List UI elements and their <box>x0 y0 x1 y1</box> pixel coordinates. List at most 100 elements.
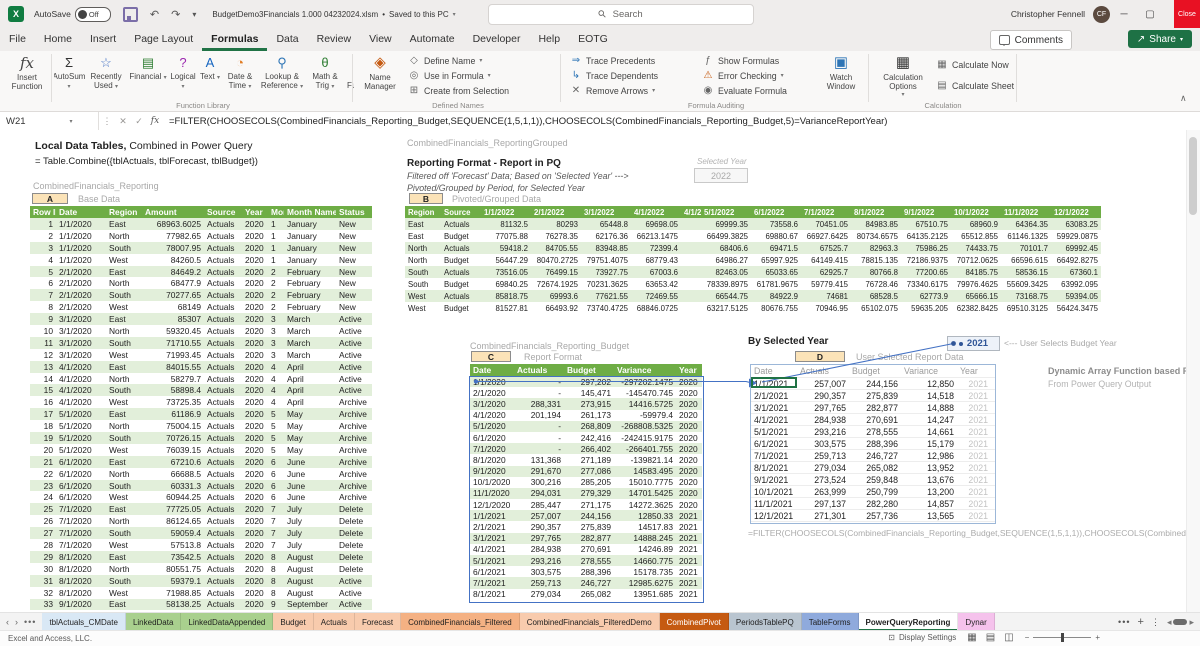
cell[interactable]: Archive <box>336 469 372 479</box>
cell[interactable]: September <box>284 599 336 609</box>
cell[interactable]: 84185.75 <box>951 268 1001 277</box>
selected-year-row[interactable]: 7/1/2021 259,713 246,727 12,986 2021 <box>751 450 995 462</box>
cell[interactable]: 284,938 <box>514 544 564 554</box>
cell[interactable]: 56424.3475 <box>1051 304 1101 313</box>
report-format-row[interactable]: 7/1/2020-266,402 -266401.755 2020 <box>470 443 702 455</box>
cell[interactable]: 80766.8 <box>851 268 901 277</box>
table-base-data[interactable]: Row IDDate Region Amount Source Year MonthMon… <box>30 206 372 612</box>
cell[interactable]: 14701.5425 <box>614 488 676 498</box>
cell[interactable]: 2020 <box>242 255 268 265</box>
cell[interactable]: 2020 <box>676 421 702 431</box>
cell[interactable]: Actuals <box>204 599 242 609</box>
sheet-tab-combinedfinancials_filtereddemo[interactable]: CombinedFinancials_FilteredDemo <box>519 613 660 631</box>
cell[interactable]: 244,156 <box>564 511 614 521</box>
cell[interactable]: 273,524 <box>797 475 849 485</box>
cell[interactable]: April <box>284 397 336 407</box>
cell[interactable]: 2021 <box>957 451 991 461</box>
base-data-row[interactable]: 30 8/1/2020 North 80551.75 Actuals 2020 8 Augus… <box>30 563 372 575</box>
cell[interactable]: 68846.0725 <box>631 304 681 313</box>
cell[interactable]: 6 <box>30 278 56 288</box>
cell[interactable]: Actuals <box>204 469 242 479</box>
cell[interactable]: 4/1/2020 <box>56 385 106 395</box>
cell[interactable]: 14660.775 <box>614 556 676 566</box>
cell[interactable]: South <box>106 338 142 348</box>
cell[interactable]: 2020 <box>242 469 268 479</box>
cell[interactable]: 2021 <box>957 427 991 437</box>
cell[interactable]: 2020 <box>242 457 268 467</box>
worksheet[interactable]: Local Data Tables, Combined in Power Que… <box>0 130 1200 612</box>
cell[interactable]: February <box>284 302 336 312</box>
cell[interactable]: 2021 <box>957 391 991 401</box>
cell[interactable]: 2021 <box>957 475 991 485</box>
cell[interactable]: 13,565 <box>901 511 957 521</box>
cell[interactable]: 5 <box>30 267 56 277</box>
cell[interactable]: 3 <box>268 350 284 360</box>
cell[interactable]: North <box>106 421 142 431</box>
save-icon[interactable] <box>122 6 138 22</box>
cell[interactable]: 68963.6025 <box>142 219 204 229</box>
selected-year-row[interactable]: 5/1/2021 293,216 278,555 14,661 2021 <box>751 426 995 438</box>
cell[interactable]: 62773.9 <box>901 292 951 301</box>
report-format-row[interactable]: 8/1/2020 131,368 271,189 -139821.14 2020 <box>470 454 702 465</box>
cell[interactable]: Actuals <box>204 433 242 443</box>
financial-button[interactable]: ▤ Financial ▾ <box>128 53 168 105</box>
sheet-tab-budget[interactable]: Budget <box>273 613 314 631</box>
cell[interactable]: East <box>106 504 142 514</box>
formula-text[interactable]: =FILTER(CHOOSECOLS(CombinedFinancials_Re… <box>169 116 887 127</box>
cell[interactable]: 266,402 <box>564 444 614 454</box>
cell[interactable]: Actuals <box>204 219 242 229</box>
cell[interactable]: 2021 <box>676 567 702 577</box>
cell[interactable]: 1/1/2020 <box>56 255 106 265</box>
base-data-row[interactable]: 1 1/1/2020 East 68963.6025 Actuals 2020 1 Janua… <box>30 218 372 230</box>
recently-used-button[interactable]: ☆ Recently Used ▾ <box>84 53 128 105</box>
base-data-row[interactable]: 26 7/1/2020 North 86124.65 Actuals 2020 7 July D… <box>30 515 372 527</box>
cell[interactable]: 4/1/2020 <box>56 397 106 407</box>
cell[interactable]: Active <box>336 350 372 360</box>
sheet-tab-linkeddataappended[interactable]: LinkedDataAppended <box>181 613 274 631</box>
cell[interactable]: 13,952 <box>901 463 957 473</box>
cell[interactable]: New <box>336 255 372 265</box>
cell[interactable]: January <box>284 255 336 265</box>
sheet-tab-tableforms[interactable]: TableForms <box>801 613 859 631</box>
cell[interactable]: Actuals <box>204 290 242 300</box>
ribbon-tab-home[interactable]: Home <box>35 28 81 51</box>
cell[interactable]: Actuals <box>204 255 242 265</box>
cell[interactable]: July <box>284 516 336 526</box>
cell[interactable]: 9/1/2021 <box>751 475 797 485</box>
restore-button[interactable]: ▢ <box>1138 0 1162 28</box>
cell[interactable]: 15010.7775 <box>614 477 676 487</box>
cell[interactable]: 73558.6 <box>751 220 801 229</box>
hscroll-thumb[interactable] <box>1173 619 1188 625</box>
cell[interactable]: 63217.5125 <box>701 304 751 313</box>
cell[interactable]: August <box>284 564 336 574</box>
cell[interactable]: 60331.3 <box>142 481 204 491</box>
cell[interactable]: 9/1/2020 <box>56 599 106 609</box>
base-data-row[interactable]: 19 5/1/2020 South 70726.15 Actuals 2020 5 May Ar… <box>30 432 372 444</box>
cell[interactable]: Actuals <box>204 552 242 562</box>
cell[interactable]: 66213.1475 <box>631 232 681 241</box>
cell[interactable]: 59320.45 <box>142 326 204 336</box>
cell[interactable]: 7/1/2020 <box>56 516 106 526</box>
cell[interactable]: 71710.55 <box>142 338 204 348</box>
cell[interactable]: 14,661 <box>901 427 957 437</box>
cell[interactable]: 59379.1 <box>142 576 204 586</box>
cell[interactable]: Active <box>336 576 372 586</box>
cell[interactable]: 2021 <box>957 403 991 413</box>
cell[interactable]: 12/1/2021 <box>751 511 797 521</box>
cell[interactable]: 68960.9 <box>951 220 1001 229</box>
cell[interactable]: 73740.4725 <box>581 304 631 313</box>
cell[interactable]: 5/1/2020 <box>56 409 106 419</box>
cell[interactable]: 12850.33 <box>614 511 676 521</box>
cell[interactable]: 294,031 <box>514 488 564 498</box>
cell[interactable]: South <box>106 243 142 253</box>
cell[interactable]: 2020 <box>242 492 268 502</box>
cell[interactable]: 2020 <box>242 576 268 586</box>
cell[interactable]: 6/1/2020 <box>56 457 106 467</box>
enter-icon[interactable]: ✓ <box>131 116 147 127</box>
cell[interactable]: 12 <box>30 350 56 360</box>
grouped-data-row[interactable]: South Budget 69840.25 72674.1925 70231.3625 6… <box>405 278 1101 290</box>
cell[interactable]: 2 <box>268 290 284 300</box>
cell[interactable]: 2020 <box>242 385 268 395</box>
base-data-row[interactable]: 28 7/1/2020 West 57513.8 Actuals 2020 7 July Del… <box>30 539 372 551</box>
cell[interactable]: 265,082 <box>849 463 901 473</box>
